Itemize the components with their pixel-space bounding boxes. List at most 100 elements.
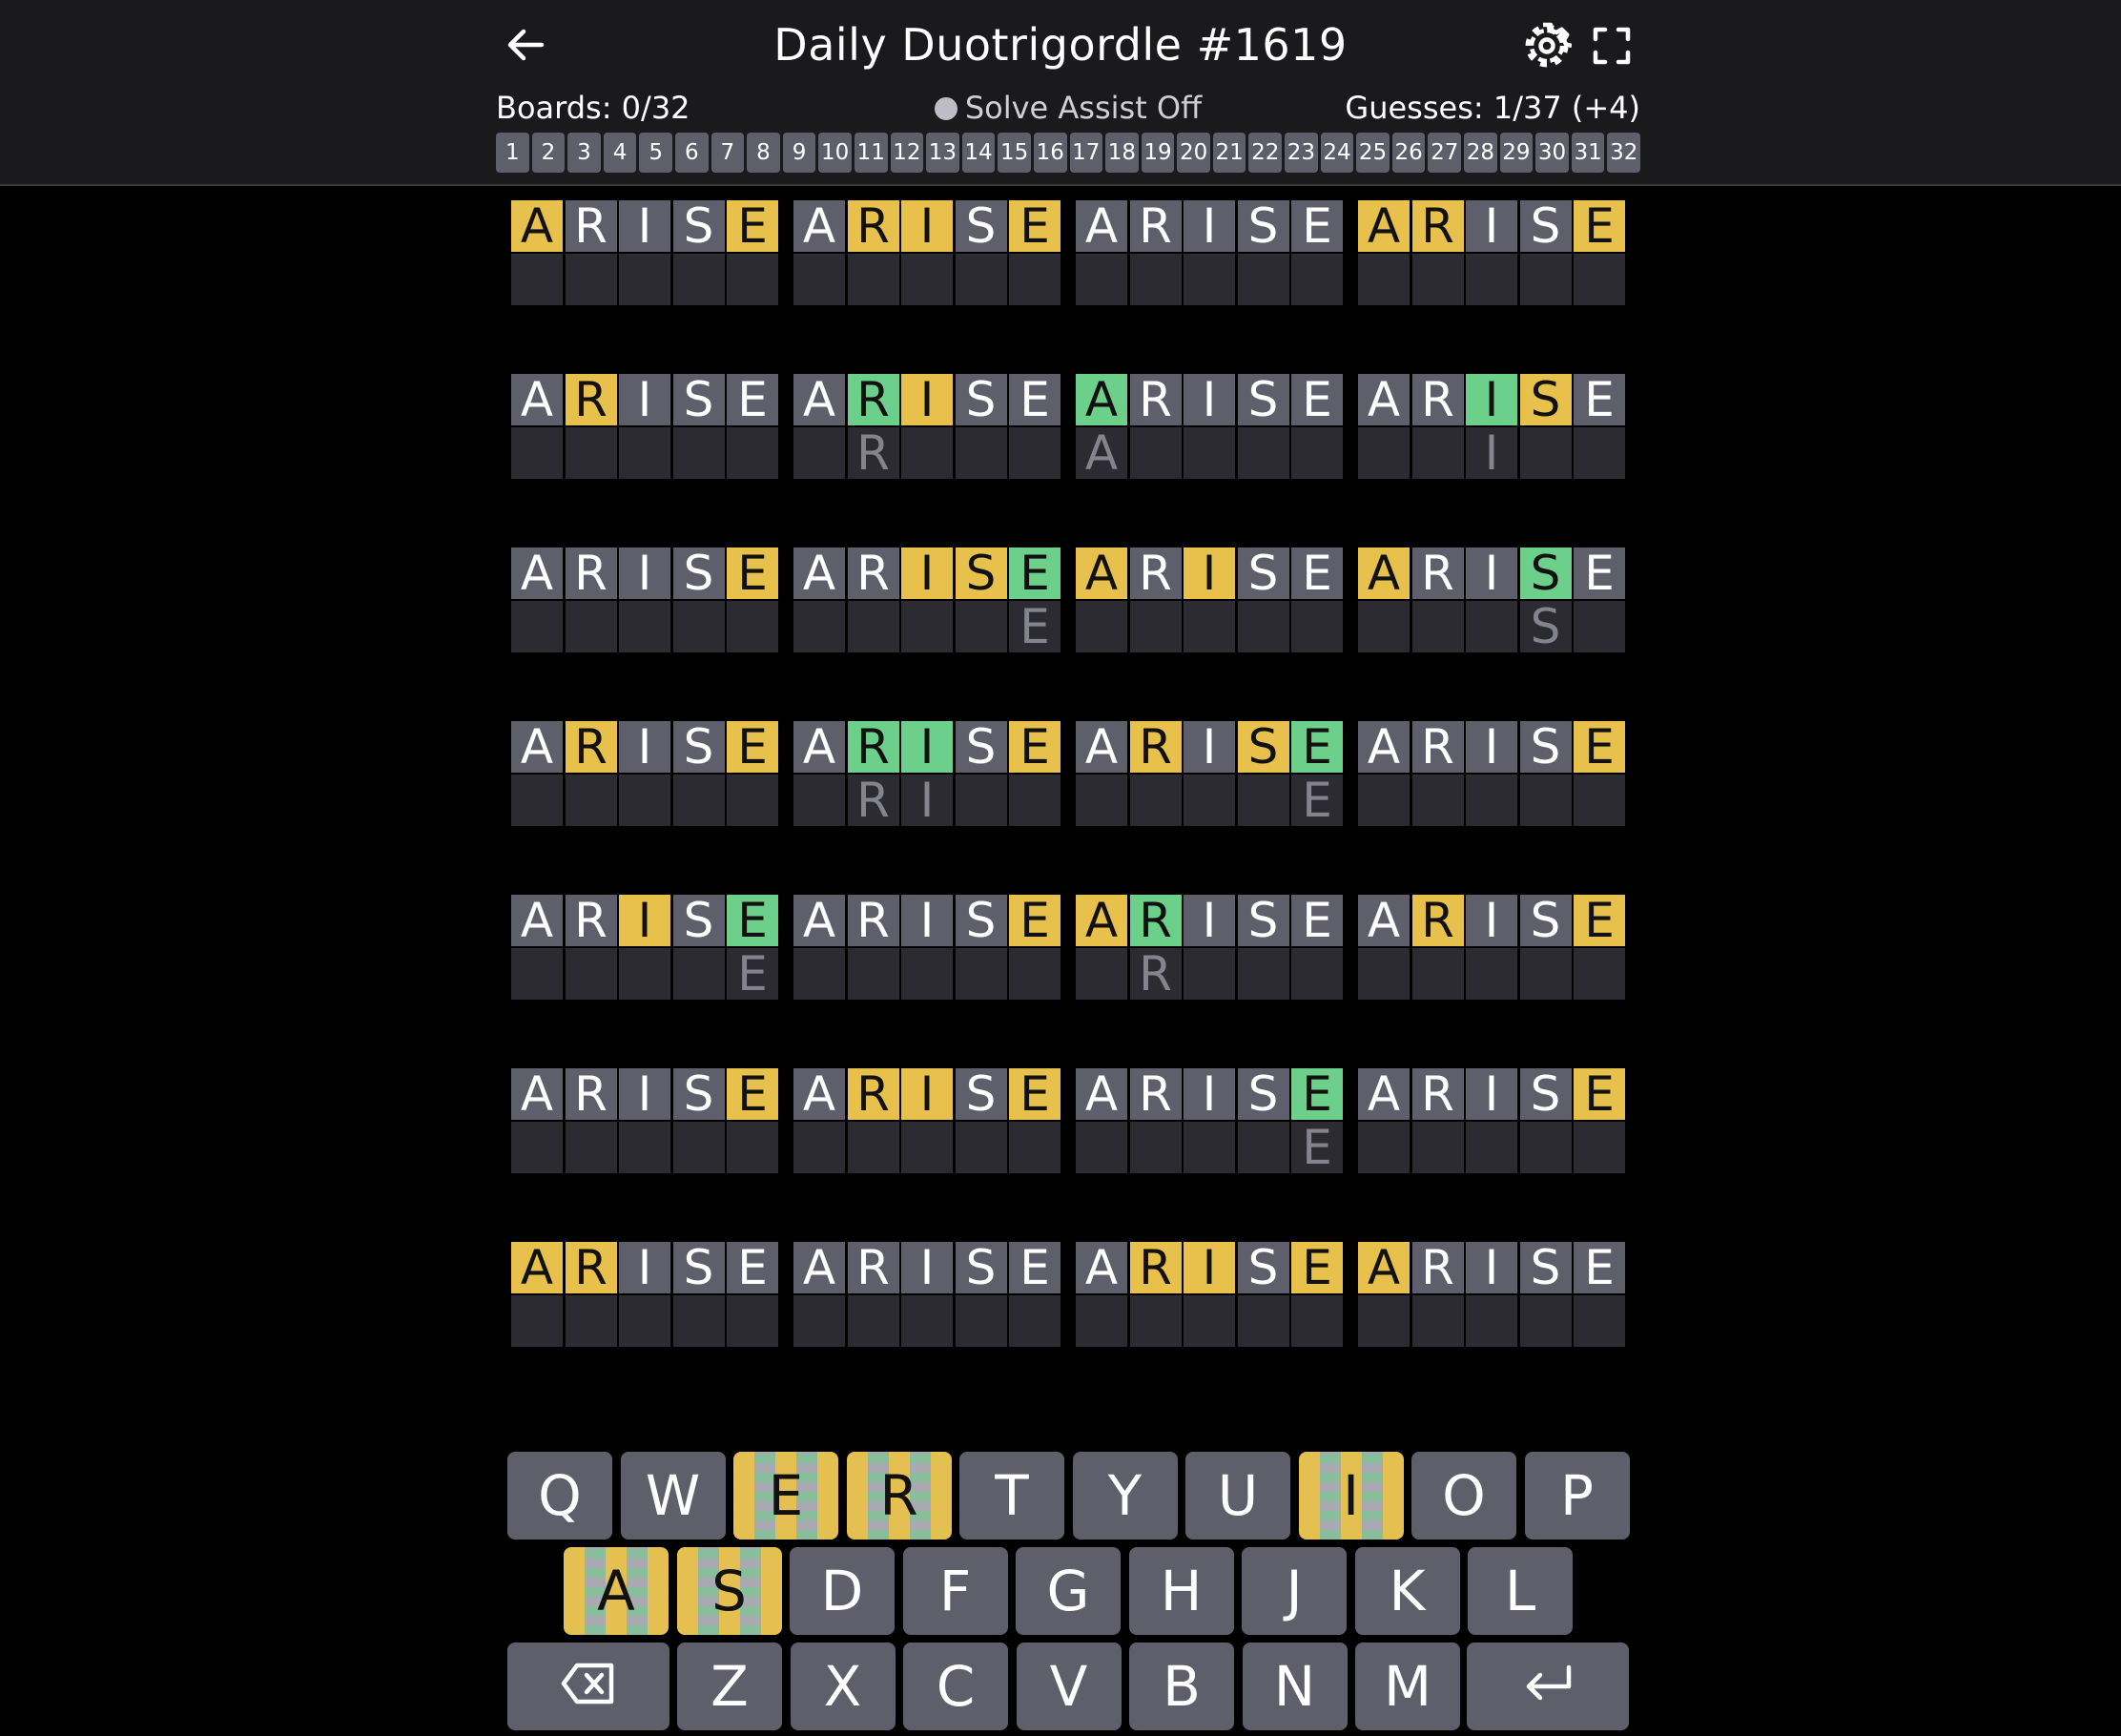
board-14[interactable]: ARISE RI xyxy=(793,719,1060,828)
hint-tile xyxy=(1009,254,1060,305)
board-nav-31[interactable]: 31 xyxy=(1571,133,1605,173)
board-nav-18[interactable]: 18 xyxy=(1105,133,1139,173)
board-nav-7[interactable]: 7 xyxy=(710,133,745,173)
key-e[interactable]: E xyxy=(733,1452,838,1540)
settings-button[interactable] xyxy=(1518,19,1575,76)
key-z[interactable]: Z xyxy=(677,1643,782,1730)
key-i[interactable]: I xyxy=(1298,1452,1404,1540)
board-nav-14[interactable]: 14 xyxy=(961,133,996,173)
board-7[interactable]: ARISE A xyxy=(1076,372,1343,481)
key-j[interactable]: J xyxy=(1242,1547,1347,1635)
key-r[interactable]: R xyxy=(846,1452,952,1540)
board-27[interactable]: ARISE xyxy=(1076,1240,1343,1347)
key-x[interactable]: X xyxy=(790,1643,896,1730)
board-nav-28[interactable]: 28 xyxy=(1464,133,1497,173)
board-16[interactable]: ARISE xyxy=(1358,719,1625,826)
backspace-key[interactable] xyxy=(507,1643,669,1730)
board-24[interactable]: ARISE xyxy=(1358,1066,1625,1173)
key-c[interactable]: C xyxy=(903,1643,1008,1730)
board-nav-15[interactable]: 15 xyxy=(998,133,1031,173)
board-11[interactable]: ARISE xyxy=(1076,546,1343,652)
key-l[interactable]: L xyxy=(1468,1547,1573,1635)
board-nav-17[interactable]: 17 xyxy=(1069,133,1103,173)
board-23[interactable]: ARISEE xyxy=(1076,1066,1343,1175)
board-nav-8[interactable]: 8 xyxy=(747,133,780,173)
key-w[interactable]: W xyxy=(620,1452,726,1540)
guess-tile: A xyxy=(1358,1240,1410,1295)
board-nav-13[interactable]: 13 xyxy=(926,133,959,173)
key-u[interactable]: U xyxy=(1185,1452,1290,1540)
board-nav-12[interactable]: 12 xyxy=(890,133,924,173)
board-nav-30[interactable]: 30 xyxy=(1535,133,1569,173)
board-5[interactable]: ARISE xyxy=(511,372,778,479)
board-nav-20[interactable]: 20 xyxy=(1177,133,1210,173)
board-nav-6[interactable]: 6 xyxy=(674,133,709,173)
board-nav-1[interactable]: 1 xyxy=(496,133,529,173)
guess-tile: R xyxy=(1411,1066,1464,1122)
board-2[interactable]: ARISE xyxy=(793,198,1060,305)
board-nav-3[interactable]: 3 xyxy=(567,133,601,173)
board-nav-27[interactable]: 27 xyxy=(1428,133,1462,173)
board-nav-32[interactable]: 32 xyxy=(1607,133,1640,173)
guess-tile: R xyxy=(565,893,617,948)
hint-tile xyxy=(565,427,617,479)
board-nav-9[interactable]: 9 xyxy=(782,133,816,173)
board-19[interactable]: ARISE R xyxy=(1076,893,1343,1002)
board-28[interactable]: ARISE xyxy=(1358,1240,1625,1347)
board-9[interactable]: ARISE xyxy=(511,546,778,652)
board-nav-26[interactable]: 26 xyxy=(1391,133,1426,173)
board-nav-5[interactable]: 5 xyxy=(639,133,672,173)
board-8[interactable]: ARISE I xyxy=(1358,372,1625,481)
board-3[interactable]: ARISE xyxy=(1076,198,1343,305)
key-m[interactable]: M xyxy=(1355,1643,1460,1730)
enter-key[interactable] xyxy=(1467,1643,1629,1730)
board-26[interactable]: ARISE xyxy=(793,1240,1060,1347)
board-10[interactable]: ARISEE xyxy=(793,546,1060,654)
board-nav-22[interactable]: 22 xyxy=(1248,133,1283,173)
key-h[interactable]: H xyxy=(1128,1547,1234,1635)
board-13[interactable]: ARISE xyxy=(511,719,778,826)
board-6[interactable]: ARISE R xyxy=(793,372,1060,481)
board-nav-23[interactable]: 23 xyxy=(1285,133,1318,173)
guess-tile: E xyxy=(1009,893,1060,948)
board-nav-11[interactable]: 11 xyxy=(854,133,888,173)
fullscreen-button[interactable] xyxy=(1583,19,1640,76)
key-k[interactable]: K xyxy=(1354,1547,1460,1635)
board-25[interactable]: ARISE xyxy=(511,1240,778,1347)
key-o[interactable]: O xyxy=(1411,1452,1516,1540)
board-18[interactable]: ARISE xyxy=(793,893,1060,1000)
key-y[interactable]: Y xyxy=(1072,1452,1178,1540)
key-n[interactable]: N xyxy=(1242,1643,1348,1730)
board-nav-29[interactable]: 29 xyxy=(1499,133,1534,173)
board-nav-25[interactable]: 25 xyxy=(1356,133,1390,173)
key-p[interactable]: P xyxy=(1524,1452,1630,1540)
board-1[interactable]: ARISE xyxy=(511,198,778,305)
enter-icon xyxy=(1519,1654,1576,1719)
board-22[interactable]: ARISE xyxy=(793,1066,1060,1173)
board-4[interactable]: ARISE xyxy=(1358,198,1625,305)
hint-tile xyxy=(1466,775,1517,826)
board-nav-21[interactable]: 21 xyxy=(1212,133,1246,173)
board-17[interactable]: ARISEE xyxy=(511,893,778,1002)
key-t[interactable]: T xyxy=(959,1452,1064,1540)
key-d[interactable]: D xyxy=(790,1547,895,1635)
key-q[interactable]: Q xyxy=(507,1452,612,1540)
board-21[interactable]: ARISE xyxy=(511,1066,778,1173)
key-g[interactable]: G xyxy=(1016,1547,1121,1635)
board-12[interactable]: ARISES xyxy=(1358,546,1625,654)
board-nav-10[interactable]: 10 xyxy=(818,133,852,173)
key-a[interactable]: A xyxy=(564,1547,669,1635)
guess-tile: I xyxy=(1184,546,1235,601)
board-nav-2[interactable]: 2 xyxy=(531,133,566,173)
board-nav-19[interactable]: 19 xyxy=(1141,133,1175,173)
key-b[interactable]: B xyxy=(1129,1643,1234,1730)
board-nav-4[interactable]: 4 xyxy=(603,133,637,173)
board-nav-16[interactable]: 16 xyxy=(1033,133,1067,173)
board-nav-24[interactable]: 24 xyxy=(1320,133,1354,173)
board-20[interactable]: ARISE xyxy=(1358,893,1625,1000)
key-v[interactable]: V xyxy=(1016,1643,1122,1730)
board-15[interactable]: ARISEE xyxy=(1076,719,1343,828)
key-f[interactable]: F xyxy=(902,1547,1008,1635)
hint-tile xyxy=(1129,1295,1182,1347)
key-s[interactable]: S xyxy=(676,1547,782,1635)
